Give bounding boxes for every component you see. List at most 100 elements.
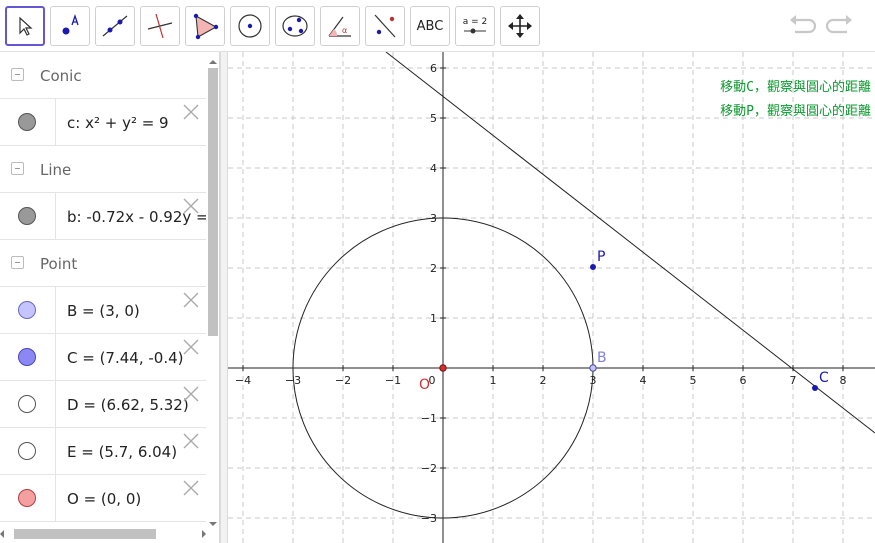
algebra-item-C[interactable]: C = (7.44, -0.4)	[0, 334, 206, 381]
point-O[interactable]	[439, 364, 447, 372]
delete-icon[interactable]	[182, 385, 200, 403]
angle-icon: α	[328, 16, 351, 37]
x-axis-tick-label: 1	[490, 374, 497, 387]
collapse-icon[interactable]	[11, 162, 24, 175]
delete-icon[interactable]	[182, 432, 200, 450]
delete-icon[interactable]	[182, 197, 200, 215]
perpendicular-line-tool-button[interactable]	[140, 6, 180, 46]
visibility-toggle[interactable]	[0, 287, 56, 334]
angle-tool-button[interactable]: α	[320, 6, 360, 46]
x-axis-tick-label: −4	[235, 374, 251, 387]
delete-icon[interactable]	[182, 103, 200, 121]
instruction-text-2[interactable]: 移動P，觀察與圓心的距離	[720, 100, 871, 119]
delete-icon[interactable]	[182, 479, 200, 497]
reflect-tool-button[interactable]	[365, 6, 405, 46]
algebra-item-B[interactable]: B = (3, 0)	[0, 287, 206, 334]
marble-icon	[18, 442, 36, 460]
y-axis-tick-label: −1	[421, 412, 437, 425]
category-label: Conic	[40, 67, 82, 85]
polygon-icon	[193, 13, 219, 40]
marble-icon	[18, 395, 36, 413]
algebra-item-O[interactable]: O = (0, 0)	[0, 475, 206, 522]
category-point[interactable]: Point	[0, 240, 206, 287]
graphics-canvas[interactable]: −4 −3 −2 −1 0 1 2 3 4 5 6 7 8 654321−1−2−3 P B C O	[228, 52, 875, 543]
y-axis-tick-label: 6	[430, 62, 437, 75]
grid	[228, 52, 875, 543]
line-tool-button[interactable]	[95, 6, 135, 46]
line-icon	[102, 15, 128, 37]
marble-icon	[18, 301, 36, 319]
circle-center-point-tool-button[interactable]	[230, 6, 270, 46]
move-arrows-icon	[508, 14, 532, 38]
y-axis-tick-label: 1	[430, 312, 437, 325]
toolbar: α ABC a = 2	[0, 0, 875, 52]
polygon-tool-button[interactable]	[185, 6, 225, 46]
point-P-label: P	[597, 249, 605, 265]
y-axis-tick-label: 2	[430, 262, 437, 275]
marble-icon	[18, 113, 36, 131]
visibility-toggle[interactable]	[0, 381, 56, 428]
visibility-toggle[interactable]	[0, 428, 56, 475]
point-P[interactable]	[590, 264, 596, 270]
algebra-vertical-scroll-thumb[interactable]	[208, 68, 218, 336]
point-B[interactable]	[589, 364, 597, 372]
algebra-item-E[interactable]: E = (5.7, 6.04)	[0, 428, 206, 475]
reflect-icon	[374, 14, 396, 38]
x-axis-tick-label: −1	[385, 374, 401, 387]
view-divider[interactable]	[220, 52, 228, 543]
category-label: Point	[40, 255, 78, 273]
slider-icon	[464, 28, 486, 34]
graphics-view[interactable]: −4 −3 −2 −1 0 1 2 3 4 5 6 7 8 6 5 4 3 2 1 −1 −2 −3 P B C O 移…	[228, 52, 875, 543]
arrow-cursor-icon	[19, 16, 33, 36]
visibility-toggle[interactable]	[0, 475, 56, 522]
collapse-icon[interactable]	[11, 68, 24, 81]
visibility-toggle[interactable]	[0, 193, 56, 240]
algebra-view: Conic c: x² + y² = 9 Line b: -0.72x - 0.…	[0, 52, 220, 543]
y-axis-tick-label: −2	[421, 462, 437, 475]
point-O-label: O	[419, 377, 430, 393]
algebra-item-c[interactable]: c: x² + y² = 9	[0, 99, 206, 146]
axes	[228, 52, 875, 543]
x-axis-tick-label: 7	[790, 374, 797, 387]
algebra-horizontal-scroll-thumb[interactable]	[14, 529, 156, 539]
x-axis-tick-label: 6	[740, 374, 747, 387]
conic-tool-button[interactable]	[275, 6, 315, 46]
y-axis-tick-label: 5	[430, 112, 437, 125]
x-axis-tick-label: 8	[840, 374, 847, 387]
text-tool-label: ABC	[416, 18, 444, 34]
category-label: Line	[40, 161, 72, 179]
y-axis-tick-label: −3	[421, 512, 437, 525]
point-C[interactable]	[812, 385, 818, 391]
move-graphics-view-tool-button[interactable]	[500, 6, 540, 46]
marble-icon	[18, 207, 36, 225]
category-line[interactable]: Line	[0, 146, 206, 193]
undo-icon[interactable]	[787, 12, 817, 40]
y-axis-tick-label: 4	[430, 162, 437, 175]
redo-icon[interactable]	[825, 12, 855, 40]
marble-icon	[18, 489, 36, 507]
point-C-label: C	[819, 370, 829, 386]
visibility-toggle[interactable]	[0, 334, 56, 381]
x-axis-tick-label: 5	[690, 374, 697, 387]
point-B-label: B	[597, 350, 607, 366]
collapse-icon[interactable]	[11, 256, 24, 269]
instruction-text-1[interactable]: 移動C，觀察與圓心的距離	[720, 76, 871, 95]
point-icon	[62, 13, 79, 35]
category-conic[interactable]: Conic	[0, 52, 206, 99]
delete-icon[interactable]	[182, 338, 200, 356]
algebra-item-b[interactable]: b: -0.72x - 0.92y =	[0, 193, 206, 240]
conic-icon	[282, 15, 308, 37]
slider-tool-label: a = 2	[462, 17, 488, 27]
delete-icon[interactable]	[182, 291, 200, 309]
x-axis-tick-label: −2	[335, 374, 351, 387]
algebra-item-D[interactable]: D = (6.62, 5.32)	[0, 381, 206, 428]
svg-text:α: α	[342, 26, 347, 35]
perpendicular-line-icon	[147, 13, 173, 39]
x-axis-tick-label: 2	[540, 374, 547, 387]
slider-tool-button[interactable]: a = 2	[455, 6, 495, 46]
move-tool-button[interactable]	[5, 6, 45, 46]
point-tool-button[interactable]	[50, 6, 90, 46]
marble-icon	[18, 348, 36, 366]
text-tool-button[interactable]: ABC	[410, 6, 450, 46]
visibility-toggle[interactable]	[0, 99, 56, 146]
